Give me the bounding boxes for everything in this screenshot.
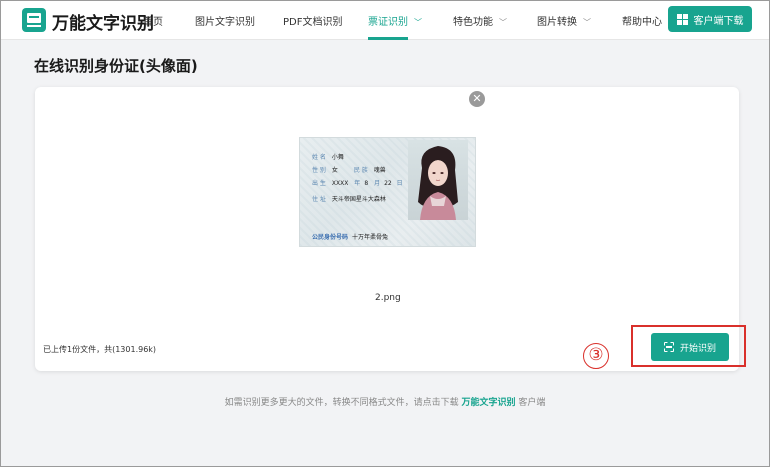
nav-label: 图片文字识别 bbox=[195, 17, 255, 28]
id-field-value: 魂兽 bbox=[373, 167, 386, 174]
windows-icon bbox=[676, 13, 688, 25]
file-name: 2.png bbox=[375, 293, 401, 303]
id-field-value: 22 bbox=[384, 180, 392, 187]
download-label: 客户端下载 bbox=[693, 15, 744, 27]
step-number-annotation: ③ bbox=[583, 343, 609, 369]
nav-item-image-convert[interactable]: 图片转换 ﹀ bbox=[537, 13, 591, 28]
id-field-label: 性 别 bbox=[312, 167, 326, 174]
start-label: 开始识别 bbox=[679, 343, 716, 354]
top-nav: 万能文字识别 首页 图片文字识别 PDF文档识别 票证识别 ﹀ 特色功能 ﹀ 图片转… bbox=[0, 0, 770, 40]
id-field-value: 8 bbox=[364, 180, 369, 187]
id-field-label: 公民身份号码 bbox=[312, 234, 349, 241]
scan-icon bbox=[664, 342, 674, 352]
nav-item-home[interactable]: 首页 bbox=[143, 13, 163, 28]
footer-text: 客户端 bbox=[518, 398, 546, 408]
id-field-label: 民 族 bbox=[353, 167, 368, 174]
chevron-down-icon: ﹀ bbox=[414, 18, 422, 27]
footer-note: 如需识别更多更大的文件，转换不同格式文件，请点击下载 万能文字识别 客户端 bbox=[0, 395, 770, 408]
id-field-value: 女 bbox=[331, 167, 338, 174]
id-field-label: 年 bbox=[354, 180, 361, 187]
id-address-row: 住 址天斗帝国星斗大森林 bbox=[312, 194, 386, 203]
chevron-down-icon: ﹀ bbox=[499, 18, 507, 27]
nav-label: 特色功能 bbox=[453, 17, 493, 28]
logo-text[interactable]: 万能文字识别 bbox=[52, 9, 154, 34]
upload-summary: 已上传1份文件，共(1301.96k) bbox=[43, 345, 157, 354]
start-recognition-button[interactable]: 开始识别 bbox=[651, 333, 729, 361]
nav-label: 票证识别 bbox=[368, 17, 408, 28]
nav-item-help[interactable]: 帮助中心 bbox=[622, 13, 662, 28]
id-field-label: 住 址 bbox=[312, 196, 326, 203]
nav-label: 图片转换 bbox=[537, 17, 577, 28]
id-field-label: 月 bbox=[374, 180, 381, 187]
chevron-down-icon: ﹀ bbox=[583, 18, 591, 27]
id-field-value: 十万年柔骨兔 bbox=[352, 234, 389, 241]
client-download-button[interactable]: 客户端下载 bbox=[668, 6, 752, 32]
nav-item-image-ocr[interactable]: 图片文字识别 bbox=[195, 13, 255, 28]
footer-brand-link[interactable]: 万能文字识别 bbox=[461, 398, 515, 408]
remove-file-icon[interactable]: ✕ bbox=[469, 91, 485, 107]
nav-item-ticket-ocr[interactable]: 票证识别 ﹀ bbox=[368, 13, 422, 28]
id-field-label: 姓 名 bbox=[312, 154, 326, 161]
logo-icon[interactable] bbox=[22, 8, 46, 32]
id-field-value: XXXX bbox=[331, 180, 349, 187]
id-number-row: 公民身份号码 十万年柔骨兔 bbox=[312, 232, 388, 241]
active-tab-indicator bbox=[368, 37, 408, 40]
page-title: 在线识别身份证(头像面) bbox=[34, 57, 198, 75]
nav-label: 帮助中心 bbox=[622, 17, 662, 28]
portrait-image bbox=[408, 140, 468, 220]
id-field-value: 小舞 bbox=[331, 154, 344, 161]
nav-item-pdf-ocr[interactable]: PDF文档识别 bbox=[283, 13, 342, 28]
nav-item-features[interactable]: 特色功能 ﹀ bbox=[453, 13, 507, 28]
nav-label: PDF文档识别 bbox=[283, 17, 343, 28]
footer-text: 如需识别更多更大的文件，转换不同格式文件，请点击下载 bbox=[224, 398, 459, 408]
id-field-label: 出 生 bbox=[312, 180, 326, 187]
id-field-value: 天斗帝国星斗大森林 bbox=[331, 196, 386, 203]
id-name-row: 姓 名小舞 bbox=[312, 152, 344, 161]
id-field-label: 日 bbox=[396, 180, 403, 187]
id-gender-row: 性 别女 民 族魂兽 bbox=[312, 165, 386, 174]
id-birth-row: 出 生 XXXX 年8 月 22 日 bbox=[312, 178, 409, 187]
file-preview: 姓 名小舞 性 别女 民 族魂兽 出 生 XXXX 年8 月 22 日 住 址天斗帝… bbox=[299, 137, 476, 247]
nav-label: 首页 bbox=[143, 17, 163, 28]
